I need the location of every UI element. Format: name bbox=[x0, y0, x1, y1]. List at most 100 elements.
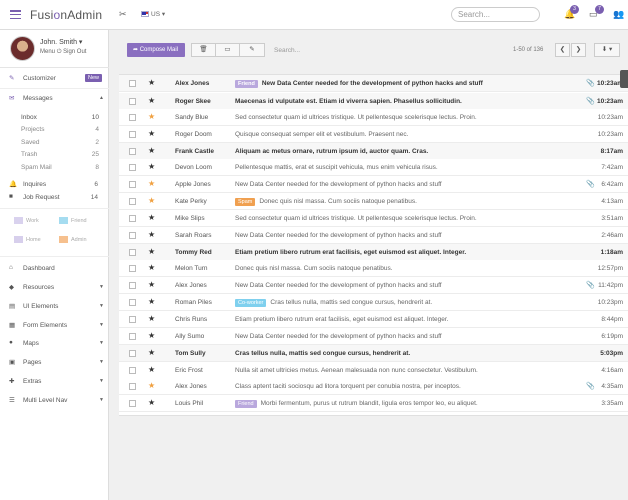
star-icon[interactable]: ★ bbox=[148, 196, 155, 205]
sidebar-item-resources[interactable]: ◆ Resources ▼ bbox=[0, 281, 109, 295]
row-checkbox[interactable] bbox=[129, 181, 136, 188]
mail-row[interactable]: ★ Alex Jones New Data Center needed for th… bbox=[119, 277, 628, 294]
mail-row[interactable]: ★ Alex Jones Class aptent taciti sociosqu … bbox=[119, 378, 628, 395]
star-icon[interactable]: ★ bbox=[148, 263, 155, 272]
star-icon[interactable]: ★ bbox=[148, 314, 155, 323]
mail-row[interactable]: ★ Sandy Blue Sed consectetur quam id ultri… bbox=[119, 109, 628, 126]
star-icon[interactable]: ★ bbox=[148, 112, 155, 121]
star-icon[interactable]: ★ bbox=[148, 179, 155, 188]
star-icon[interactable]: ★ bbox=[148, 365, 155, 374]
download-dropdown-button[interactable]: ⬇ ▾ bbox=[594, 43, 620, 57]
mail-row[interactable]: ★ Sarah Roars New Data Center needed for t… bbox=[119, 227, 628, 244]
sidebar-item-pages[interactable]: ▣ Pages ▼ bbox=[0, 356, 109, 370]
row-checkbox[interactable] bbox=[129, 114, 136, 121]
sidebar-item-form-elements[interactable]: ▦ Form Elements ▼ bbox=[0, 319, 109, 333]
row-checkbox[interactable] bbox=[129, 131, 136, 138]
label-home[interactable]: Home bbox=[14, 236, 41, 243]
label-admin[interactable]: Admin bbox=[59, 236, 87, 243]
sidebar-item-maps[interactable]: ● Maps ▼ bbox=[0, 337, 109, 351]
edit-button[interactable]: ✎ bbox=[239, 43, 265, 57]
row-checkbox[interactable] bbox=[129, 148, 136, 155]
star-icon[interactable]: ★ bbox=[148, 129, 155, 138]
row-checkbox[interactable] bbox=[129, 164, 136, 171]
signout-link[interactable]: Sign Out bbox=[63, 49, 86, 55]
folder-trash[interactable]: Trash 25 bbox=[21, 151, 99, 163]
star-icon[interactable]: ★ bbox=[148, 398, 155, 407]
mail-row[interactable]: ★ Devon Loom Pellentesque mattis, erat et … bbox=[119, 159, 628, 176]
row-checkbox[interactable] bbox=[129, 265, 136, 272]
archive-button[interactable]: ▭ bbox=[215, 43, 240, 57]
mail-row[interactable]: ★ Chris Runs Etiam pretium libero rutrum e… bbox=[119, 311, 628, 328]
compose-mail-button[interactable]: ➦ Compose Mail bbox=[127, 43, 185, 57]
star-icon[interactable]: ★ bbox=[148, 381, 155, 390]
sidebar-item-ui-elements[interactable]: ▤ UI Elements ▼ bbox=[0, 300, 109, 314]
star-icon[interactable]: ★ bbox=[148, 213, 155, 222]
star-icon[interactable]: ★ bbox=[148, 348, 155, 357]
row-checkbox[interactable] bbox=[129, 400, 136, 407]
mail-row[interactable]: ★ Alex Jones Friend New Data Center needed … bbox=[119, 75, 628, 92]
star-icon[interactable]: ★ bbox=[148, 230, 155, 239]
avatar[interactable] bbox=[10, 36, 35, 61]
sidebar-item-multi-level-nav[interactable]: ☰ Multi Level Nav ▼ bbox=[0, 394, 109, 408]
folder-projects[interactable]: Projects 4 bbox=[21, 126, 99, 138]
sidebar-item-messages[interactable]: ✉ Messages ▲ bbox=[0, 92, 109, 106]
label-friend[interactable]: Friend bbox=[59, 217, 87, 224]
mail-row[interactable]: ★ Kate Perky Spam Donec quis nisl massa. Cu… bbox=[119, 193, 628, 210]
mail-search-input[interactable]: Search... bbox=[274, 47, 300, 54]
language-selector[interactable]: US ▾ bbox=[151, 10, 165, 18]
sidebar-item-dashboard[interactable]: ⌂ Dashboard bbox=[0, 262, 109, 276]
sidebar-item-job-request[interactable]: ■ Job Request 14 bbox=[0, 191, 109, 205]
mail-row[interactable]: ★ Roger Doom Quisque consequat semper elit… bbox=[119, 126, 628, 143]
row-checkbox[interactable] bbox=[129, 215, 136, 222]
sidebar-item-inquires[interactable]: 🔔 Inquires 6 bbox=[0, 178, 109, 192]
tools-icon[interactable]: ✂ bbox=[119, 9, 127, 20]
row-checkbox[interactable] bbox=[129, 80, 136, 87]
row-checkbox[interactable] bbox=[129, 232, 136, 239]
mail-row[interactable]: ★ Eric Frost Nulla sit amet ultricies metu… bbox=[119, 362, 628, 379]
folder-spam[interactable]: Spam Mail 8 bbox=[21, 164, 99, 176]
row-checkbox[interactable] bbox=[129, 282, 136, 289]
star-icon[interactable]: ★ bbox=[148, 162, 155, 171]
row-checkbox[interactable] bbox=[129, 299, 136, 306]
star-icon[interactable]: ★ bbox=[148, 331, 155, 340]
mail-row[interactable]: ★ Frank Castle Aliquam ac metus ornare, ru… bbox=[119, 143, 628, 160]
row-checkbox[interactable] bbox=[129, 249, 136, 256]
sidebar-item-customizer[interactable]: ✎ Customizer New bbox=[0, 72, 109, 86]
prev-page-button[interactable]: ❮ bbox=[555, 43, 570, 57]
star-icon[interactable]: ★ bbox=[148, 247, 155, 256]
app-logo[interactable]: FusionAdmin bbox=[30, 8, 102, 22]
hamburger-menu-icon[interactable] bbox=[10, 10, 21, 21]
folder-saved[interactable]: Saved 2 bbox=[21, 139, 99, 151]
delete-button[interactable]: 🗑 bbox=[191, 43, 216, 57]
settings-side-tab[interactable] bbox=[620, 70, 628, 88]
row-checkbox[interactable] bbox=[129, 350, 136, 357]
row-checkbox[interactable] bbox=[129, 98, 136, 105]
mail-row[interactable]: ★ Apple Jones New Data Center needed for t… bbox=[119, 176, 628, 193]
mail-row[interactable]: ★ Ally Sumo New Data Center needed for the… bbox=[119, 328, 628, 345]
star-icon[interactable]: ★ bbox=[148, 146, 155, 155]
row-checkbox[interactable] bbox=[129, 367, 136, 374]
star-icon[interactable]: ★ bbox=[148, 96, 155, 105]
sidebar-item-extras[interactable]: ✚ Extras ▼ bbox=[0, 375, 109, 389]
us-flag-icon[interactable] bbox=[141, 11, 149, 17]
mail-row[interactable]: ★ Louis Phil Friend Morbi fermentum, purus … bbox=[119, 395, 628, 412]
row-checkbox[interactable] bbox=[129, 316, 136, 323]
folder-inbox[interactable]: Inbox 10 bbox=[21, 114, 99, 126]
mail-row[interactable]: ★ Melon Turn Donec quis nisl massa. Cum so… bbox=[119, 260, 628, 277]
mail-row[interactable]: ★ Mike Slips Sed consectetur quam id ultri… bbox=[119, 210, 628, 227]
mail-row[interactable]: ★ Roger Skee Maecenas id vulputate est. Et… bbox=[119, 93, 628, 110]
next-page-button[interactable]: ❯ bbox=[571, 43, 586, 57]
menu-link[interactable]: Menu bbox=[40, 49, 55, 55]
mail-row[interactable]: ★ Tom Sully Cras tellus nulla, mattis sed … bbox=[119, 345, 628, 362]
row-checkbox[interactable] bbox=[129, 333, 136, 340]
label-work[interactable]: Work bbox=[14, 217, 39, 224]
row-checkbox[interactable] bbox=[129, 198, 136, 205]
mail-row[interactable]: ★ Roman Piles Co-worker Cras tellus nulla, … bbox=[119, 294, 628, 311]
mail-row[interactable]: ★ Tommy Red Etiam pretium libero rutrum er… bbox=[119, 244, 628, 261]
star-icon[interactable]: ★ bbox=[148, 280, 155, 289]
row-checkbox[interactable] bbox=[129, 383, 136, 390]
star-icon[interactable]: ★ bbox=[148, 297, 155, 306]
users-icon[interactable]: 👥 bbox=[613, 9, 624, 20]
top-search-input[interactable]: Search... bbox=[451, 7, 540, 22]
profile-name[interactable]: John. Smith ▾ bbox=[40, 38, 82, 46]
